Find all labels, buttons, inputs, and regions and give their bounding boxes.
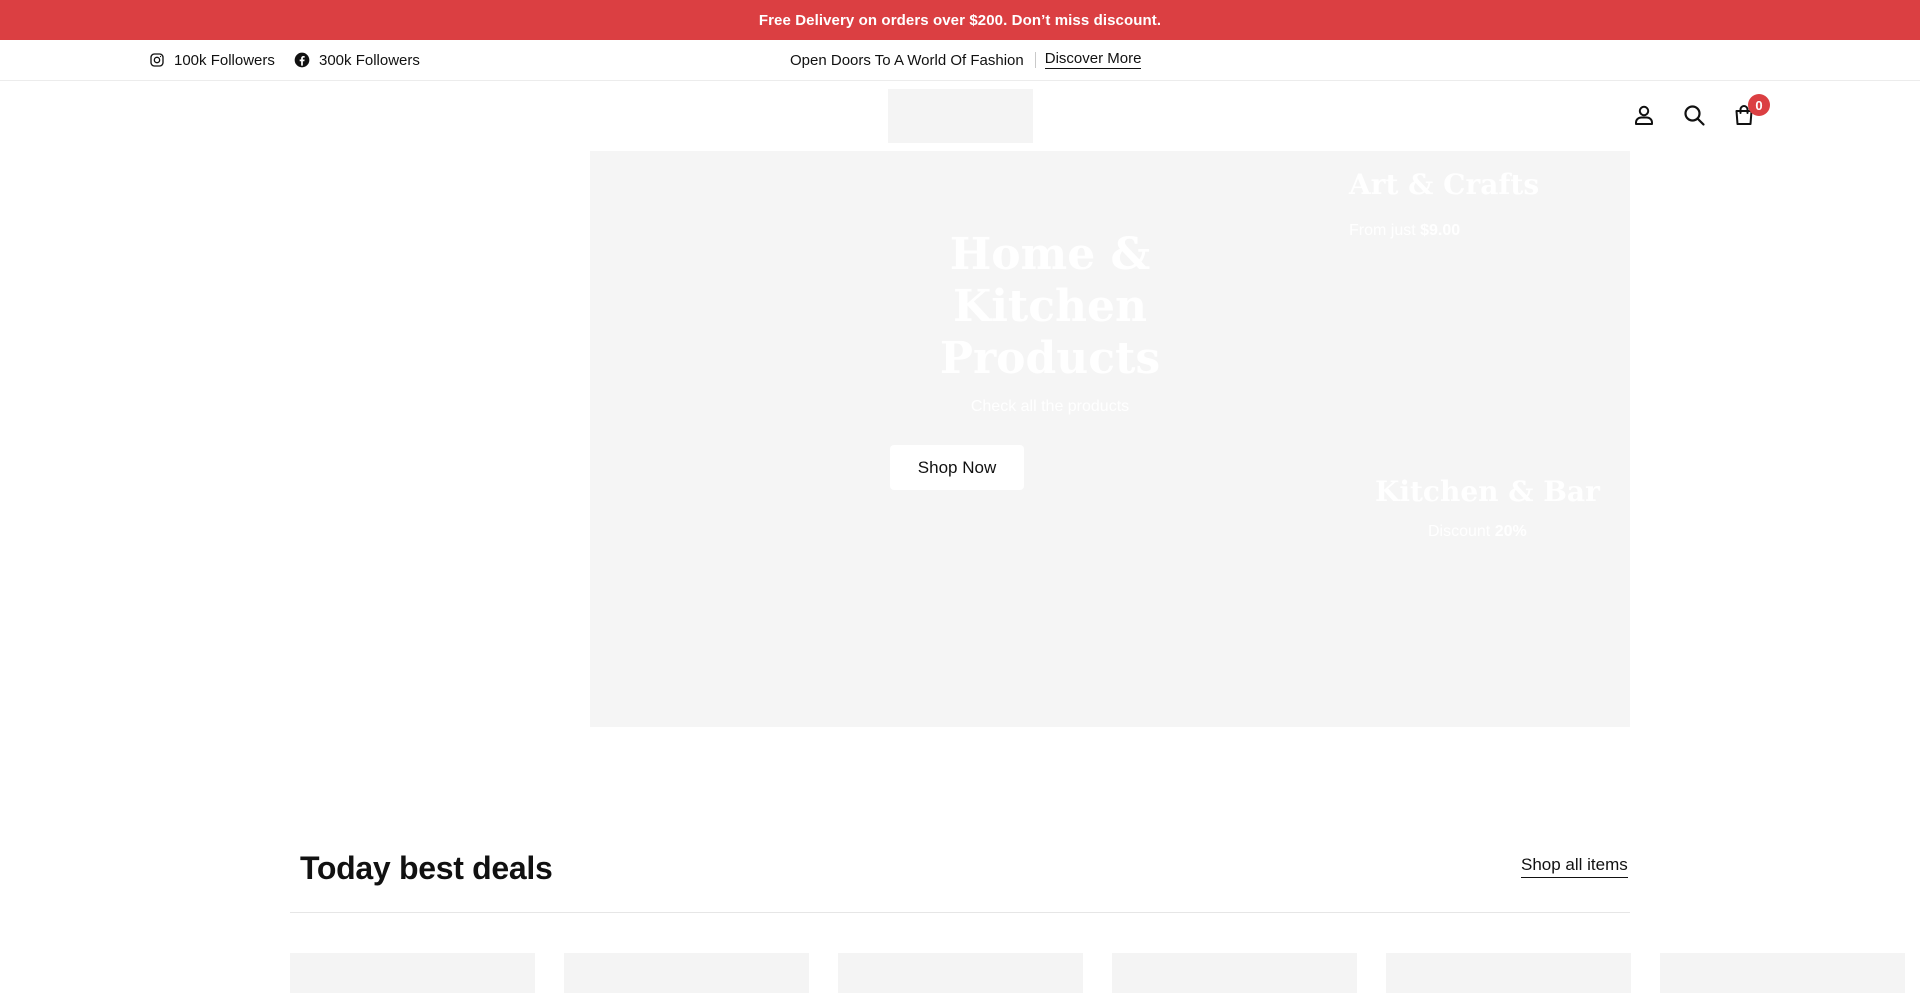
hero-title-line: Products — [939, 333, 1161, 384]
user-icon — [1635, 105, 1653, 125]
announcement-bar: Free Delivery on orders over $200. Don’t… — [0, 0, 1920, 40]
discount-prefix: Discount — [1428, 523, 1491, 540]
price-value: $9.00 — [1420, 222, 1461, 239]
product-card[interactable] — [1660, 953, 1905, 993]
facebook-icon — [294, 52, 310, 68]
divider — [290, 912, 1630, 913]
product-card[interactable] — [564, 953, 809, 993]
product-card[interactable] — [1386, 953, 1631, 993]
kitchen-bar-title[interactable]: Kitchen & Bar — [1375, 475, 1600, 508]
section-title: Today best deals — [300, 850, 553, 886]
instagram-followers: 100k Followers — [174, 51, 275, 69]
discount-value: 20% — [1494, 523, 1527, 540]
cart-count-badge: 0 — [1748, 94, 1770, 116]
hero-title: Home & Kitchen Products — [840, 229, 1260, 385]
facebook-link[interactable]: 300k Followers — [294, 40, 420, 80]
search-icon — [1684, 105, 1705, 126]
facebook-followers: 300k Followers — [319, 51, 420, 69]
hero-subtitle: Check all the products — [970, 398, 1130, 415]
kitchen-bar-discount: Discount 20% — [1428, 523, 1527, 541]
divider — [1034, 52, 1036, 68]
discover-more-link[interactable]: Discover More — [1044, 50, 1142, 70]
art-crafts-price: From just $9.00 — [1349, 222, 1460, 240]
shop-now-button[interactable]: Shop Now — [890, 445, 1024, 490]
promo-text: Open Doors To A World Of Fashion — [790, 51, 1024, 69]
top-info-bar: 100k Followers 300k Followers Open Doors… — [0, 40, 1920, 81]
shop-all-items-link[interactable]: Shop all items — [1521, 855, 1628, 878]
search-button[interactable] — [1681, 102, 1707, 128]
instagram-link[interactable]: 100k Followers — [149, 40, 275, 80]
product-card-row — [290, 953, 1920, 993]
hero-banner: Home & Kitchen Products Check all the pr… — [590, 151, 1630, 727]
promo-message: Open Doors To A World Of Fashion Discove… — [790, 40, 1142, 80]
art-crafts-title[interactable]: Art & Crafts — [1349, 168, 1539, 201]
product-card[interactable] — [290, 953, 535, 993]
instagram-icon — [150, 53, 164, 67]
hero-title-line: Home & — [949, 229, 1151, 280]
product-card[interactable] — [1112, 953, 1357, 993]
site-logo[interactable] — [888, 89, 1033, 143]
announcement-text: Free Delivery on orders over $200. Don’t… — [758, 11, 1162, 29]
hero-title-line: Kitchen — [952, 281, 1148, 332]
account-button[interactable] — [1631, 102, 1657, 128]
price-prefix: From just — [1349, 222, 1416, 239]
product-card[interactable] — [838, 953, 1083, 993]
